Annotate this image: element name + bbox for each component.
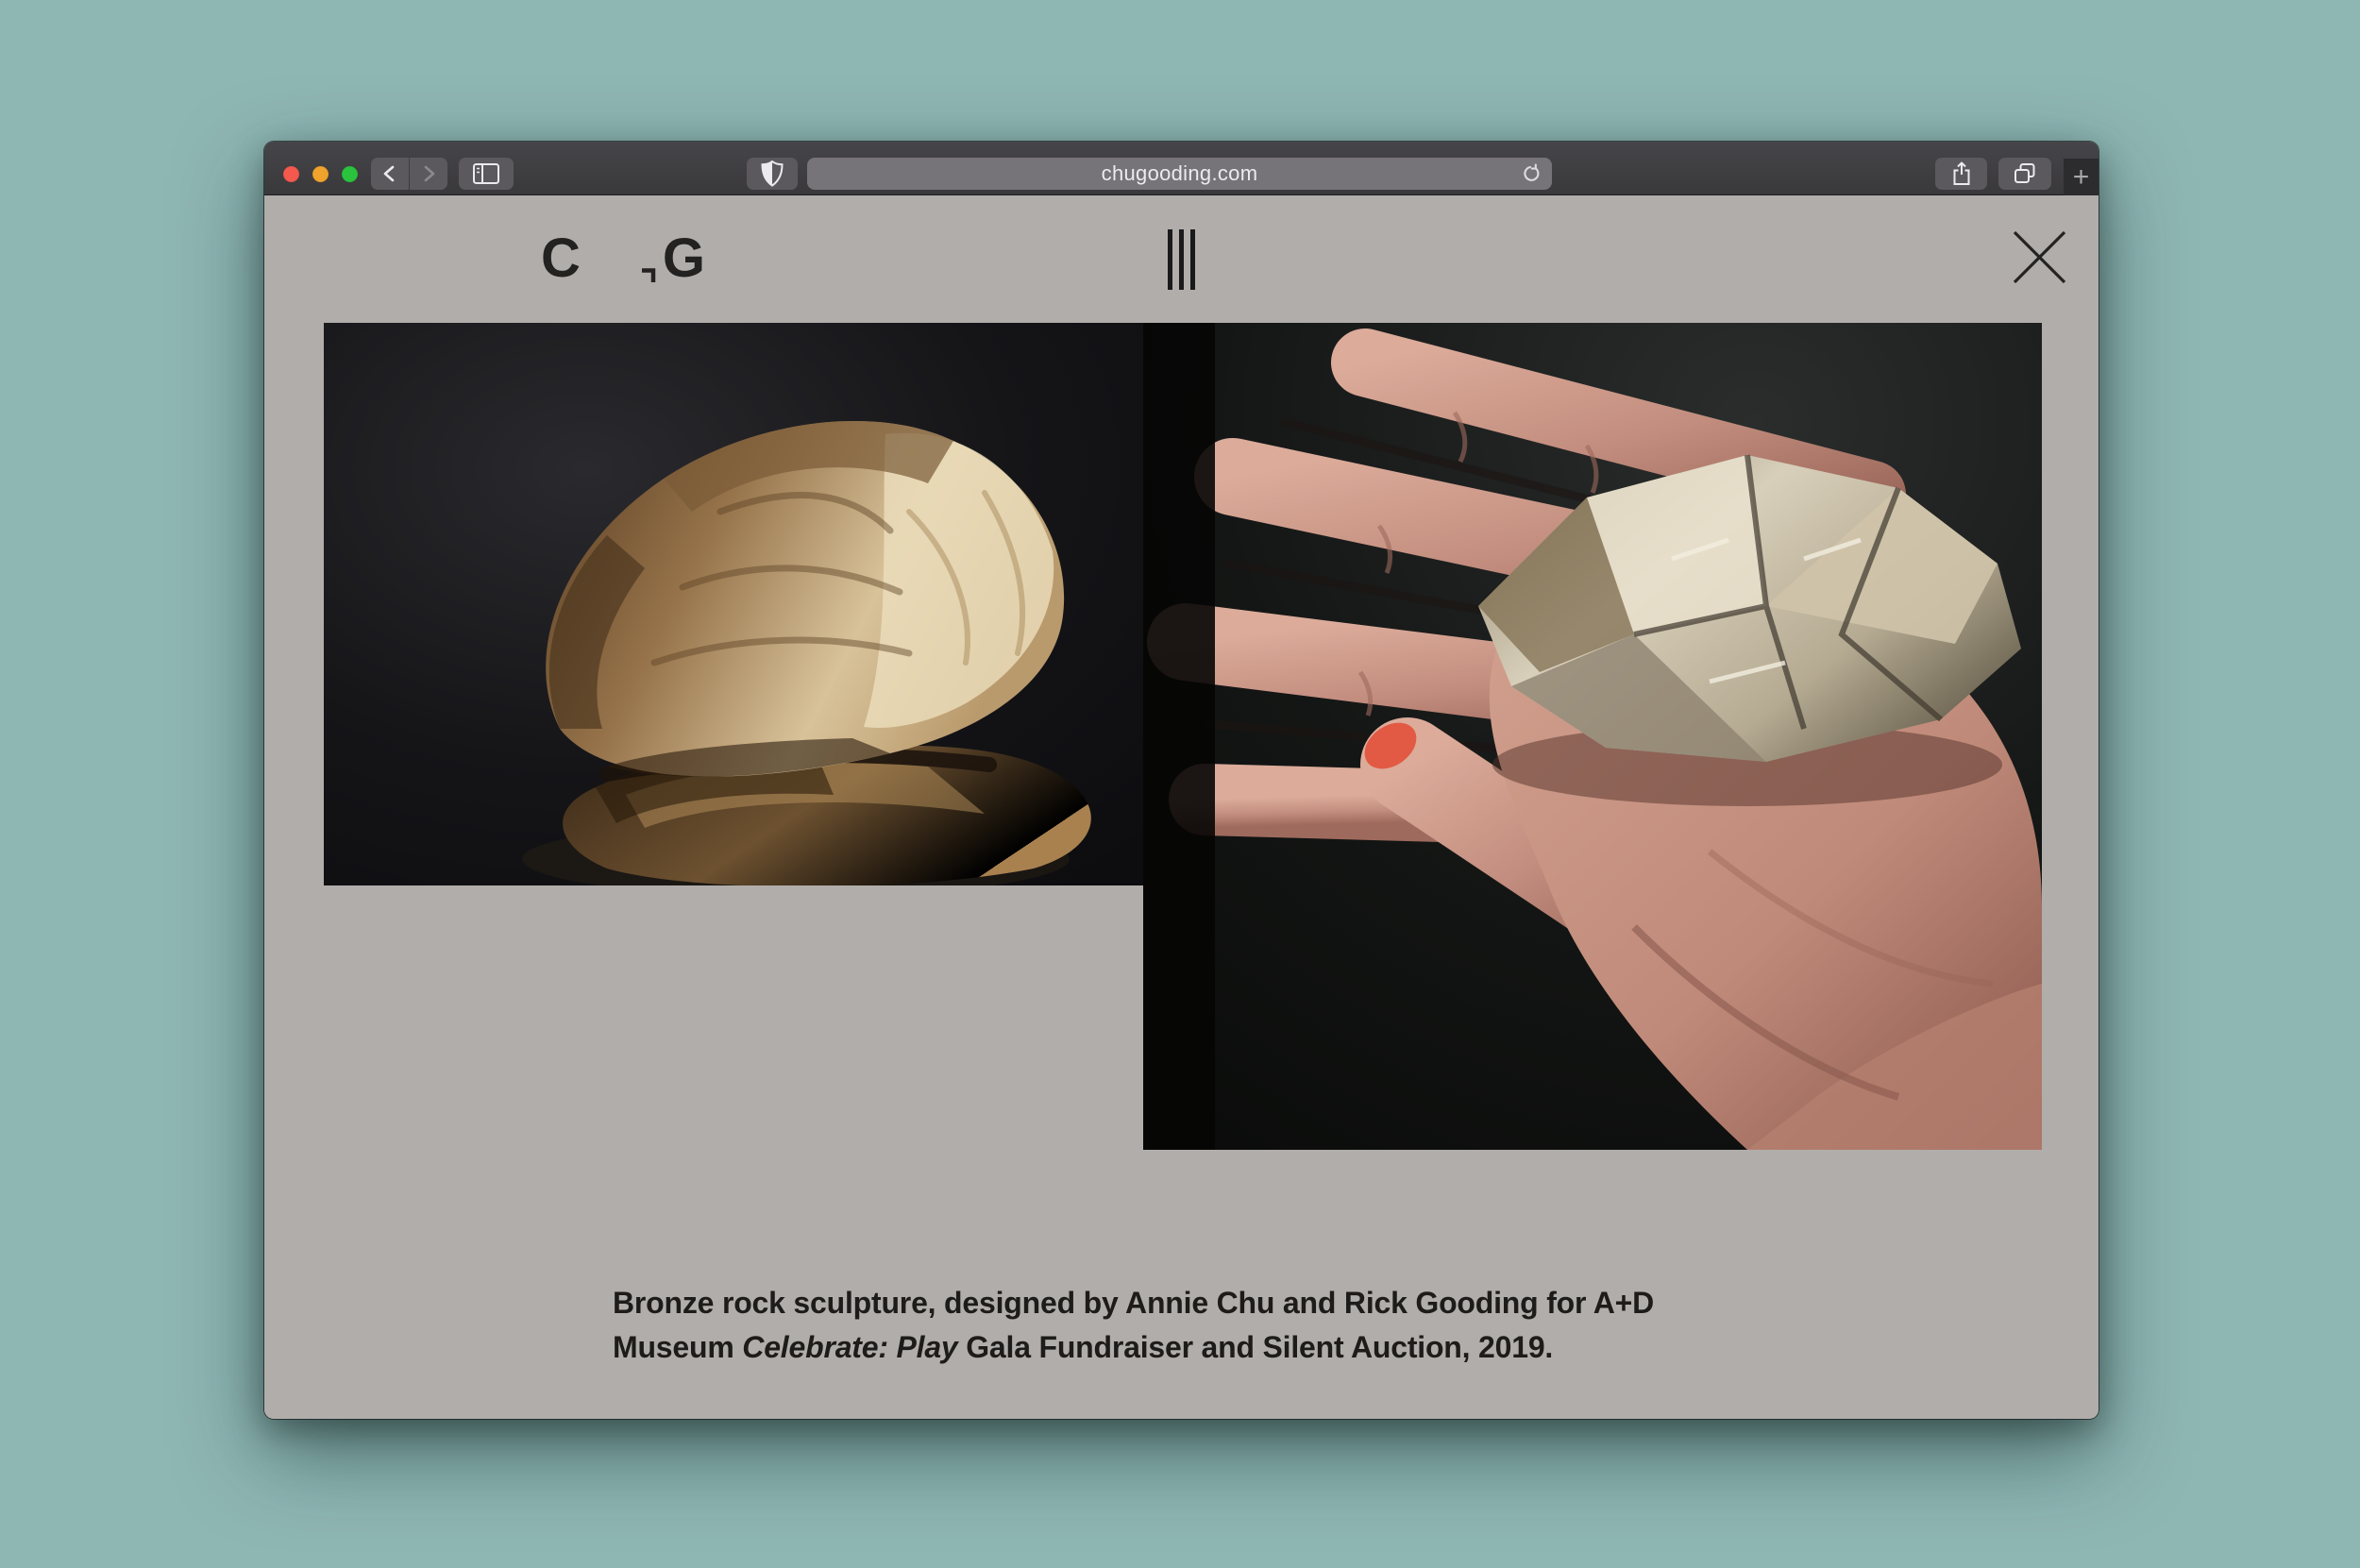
- bronze-rock-photo: [324, 323, 1143, 885]
- page-content: C G: [264, 195, 2099, 1418]
- menu-bar-icon: [1190, 229, 1195, 290]
- figure-bronze-rock-sculpture[interactable]: [324, 323, 1143, 885]
- share-button[interactable]: [1935, 158, 1987, 190]
- menu-button[interactable]: [1168, 229, 1195, 290]
- logo-letter-c: C: [541, 229, 581, 288]
- site-logo[interactable]: C G: [541, 222, 705, 288]
- new-tab-button[interactable]: +: [2064, 159, 2099, 195]
- share-icon: [1950, 160, 1973, 187]
- chevron-left-icon: [379, 163, 400, 184]
- image-caption: Bronze rock sculpture, designed by Annie…: [613, 1281, 1654, 1370]
- menu-bar-icon: [1179, 229, 1184, 290]
- menu-bar-icon: [1168, 229, 1172, 290]
- url-text: chugooding.com: [1102, 161, 1258, 186]
- plus-icon: +: [2073, 163, 2090, 192]
- browser-toolbar: chugooding.com: [264, 142, 2099, 195]
- desktop-background: chugooding.com: [0, 0, 2360, 1568]
- sidebar-icon: [472, 162, 500, 185]
- zoom-window-button[interactable]: [342, 166, 358, 182]
- address-bar[interactable]: chugooding.com: [807, 158, 1552, 190]
- caption-line-2: Museum Celebrate: Play Gala Fundraiser a…: [613, 1325, 1654, 1370]
- reload-button[interactable]: [1518, 161, 1542, 186]
- reload-icon: [1520, 163, 1541, 184]
- figure-hand-holding-rock[interactable]: [1143, 323, 2042, 1150]
- close-window-button[interactable]: [283, 166, 299, 182]
- logo-bracket-icon: [641, 268, 656, 282]
- hand-rock-photo: [1143, 323, 2042, 1150]
- tab-overview-button[interactable]: [1998, 158, 2051, 190]
- minimize-window-button[interactable]: [312, 166, 329, 182]
- caption-line-1: Bronze rock sculpture, designed by Annie…: [613, 1281, 1654, 1325]
- window-controls: [283, 166, 358, 182]
- forward-button[interactable]: [410, 158, 447, 190]
- close-x-icon: [2012, 229, 2067, 285]
- browser-window: chugooding.com: [264, 142, 2099, 1419]
- close-button[interactable]: [2012, 229, 2067, 285]
- back-button[interactable]: [371, 158, 409, 190]
- privacy-shield-button[interactable]: [747, 158, 798, 190]
- tabs-icon: [2012, 161, 2038, 186]
- chevron-right-icon: [418, 163, 439, 184]
- logo-letter-g: G: [663, 229, 705, 288]
- shield-icon: [761, 160, 784, 187]
- sidebar-toggle-button[interactable]: [459, 158, 514, 190]
